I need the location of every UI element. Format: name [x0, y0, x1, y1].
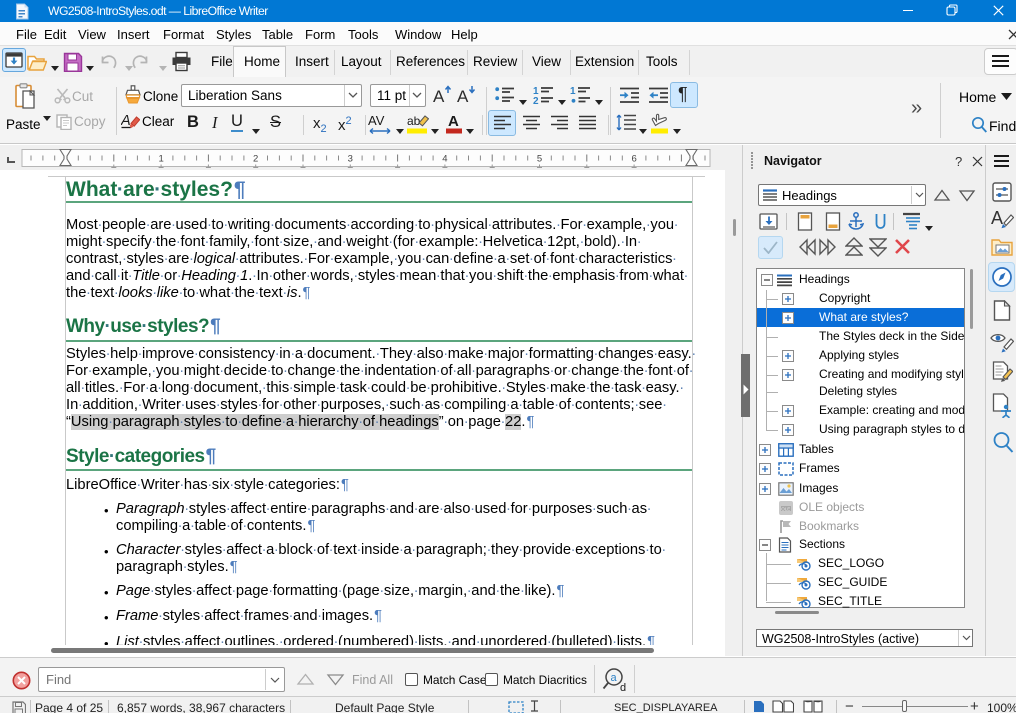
- svg-text:A: A: [121, 113, 131, 129]
- svg-text:AV: AV: [368, 113, 385, 128]
- svg-text:ab: ab: [407, 114, 421, 128]
- svg-text:1: 1: [570, 86, 576, 97]
- svg-text:4: 4: [442, 154, 447, 165]
- svg-text:d: d: [620, 682, 626, 693]
- svg-text:A: A: [457, 87, 469, 105]
- svg-text:2: 2: [253, 154, 258, 165]
- svg-text:3: 3: [348, 154, 353, 165]
- svg-text:6: 6: [631, 154, 636, 165]
- svg-text:1: 1: [158, 154, 163, 165]
- svg-text:a: a: [611, 672, 618, 684]
- svg-text:2: 2: [533, 96, 539, 105]
- svg-text:OLE: OLE: [781, 506, 790, 511]
- svg-text:5: 5: [537, 154, 542, 165]
- svg-text:A: A: [433, 87, 445, 105]
- svg-text:A: A: [991, 208, 1003, 228]
- svg-text:A: A: [448, 113, 459, 130]
